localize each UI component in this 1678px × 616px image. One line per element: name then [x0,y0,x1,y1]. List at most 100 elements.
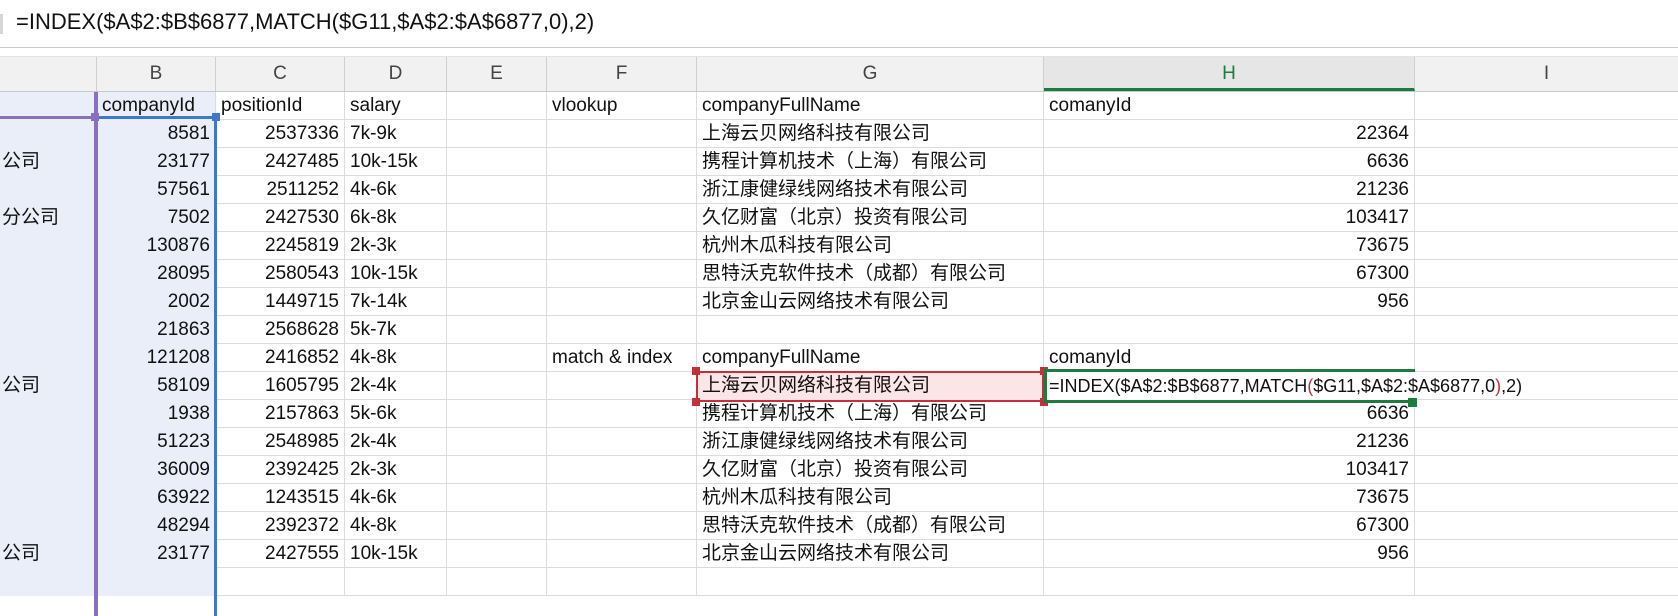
cell-f[interactable] [547,540,697,568]
cell-g[interactable]: 思特沃克软件技术（成都）有限公司 [697,260,1044,288]
cell-b[interactable]: 58109 [97,372,216,400]
cell-g[interactable]: 杭州木瓜科技有限公司 [697,484,1044,512]
cell-f[interactable] [547,120,697,148]
cell-f[interactable] [547,288,697,316]
cell-a[interactable] [0,316,97,344]
cell-f[interactable]: match & index [547,344,697,372]
cell-e[interactable] [447,428,547,456]
cell-i[interactable] [1415,344,1678,372]
cell-h[interactable]: 21236 [1044,176,1415,204]
cell-e[interactable] [447,148,547,176]
cell-h[interactable]: 67300 [1044,512,1415,540]
cell-b[interactable]: 63922 [97,484,216,512]
cell-c[interactable]: 2427555 [216,540,345,568]
cell-i[interactable] [1415,456,1678,484]
cell-b[interactable]: 7502 [97,204,216,232]
cell-f[interactable] [547,372,697,400]
cell-d[interactable]: 5k-6k [345,400,447,428]
column-header-e[interactable]: E [447,57,547,91]
cell-a[interactable] [0,400,97,428]
cell-f[interactable] [547,400,697,428]
cell-b[interactable]: 130876 [97,232,216,260]
cell-i[interactable] [1415,512,1678,540]
cell-g[interactable]: 上海云贝网络科技有限公司 [697,120,1044,148]
column-header-d[interactable]: D [345,57,447,91]
cell-g[interactable]: 久亿财富（北京）投资有限公司 [697,456,1044,484]
cell-h[interactable] [1044,316,1415,344]
cell-e[interactable] [447,484,547,512]
cell-e[interactable] [447,456,547,484]
cell-f[interactable] [547,484,697,512]
cell-h[interactable]: comanyId [1044,92,1415,120]
cell-e[interactable] [447,344,547,372]
cell-d[interactable]: 10k-15k [345,540,447,568]
editing-cell-h11-formula[interactable]: =INDEX($A$2:$B$6877,MATCH($G11,$A$2:$A$6… [1049,372,1522,400]
cell-i[interactable] [1415,484,1678,512]
cell-f[interactable] [547,456,697,484]
cell-h[interactable] [1044,568,1415,596]
cell-i[interactable] [1415,232,1678,260]
cell-e[interactable] [447,568,547,596]
cell-h[interactable]: 73675 [1044,484,1415,512]
cell-g[interactable]: 携程计算机技术（上海）有限公司 [697,148,1044,176]
cell-i[interactable] [1415,288,1678,316]
cell-a[interactable] [0,260,97,288]
cell-d[interactable]: 4k-8k [345,512,447,540]
cell-e[interactable] [447,260,547,288]
cell-a[interactable] [0,344,97,372]
cell-d[interactable]: 4k-6k [345,484,447,512]
cell-a[interactable] [0,568,97,596]
cell-g[interactable]: 携程计算机技术（上海）有限公司 [697,400,1044,428]
cell-h[interactable]: 6636 [1044,400,1415,428]
cell-e[interactable] [447,176,547,204]
cell-g[interactable]: 浙江康健绿线网络技术有限公司 [697,428,1044,456]
cell-h[interactable]: 67300 [1044,260,1415,288]
cell-f[interactable] [547,148,697,176]
cell-c[interactable]: 2548985 [216,428,345,456]
cell-i[interactable] [1415,568,1678,596]
cell-e[interactable] [447,232,547,260]
column-header-f[interactable]: F [547,57,697,91]
cell-b[interactable]: 36009 [97,456,216,484]
cell-g[interactable] [697,568,1044,596]
cell-h[interactable]: 956 [1044,540,1415,568]
cell-i[interactable] [1415,120,1678,148]
cell-c[interactable]: 2392425 [216,456,345,484]
cell-h[interactable]: 21236 [1044,428,1415,456]
cell-a[interactable] [0,288,97,316]
cell-d[interactable]: 7k-14k [345,288,447,316]
cell-d[interactable]: 2k-4k [345,372,447,400]
cell-b[interactable]: 2002 [97,288,216,316]
cell-a[interactable] [0,120,97,148]
cell-f[interactable] [547,232,697,260]
cell-c[interactable]: 2511252 [216,176,345,204]
cell-i[interactable] [1415,316,1678,344]
cell-h[interactable]: comanyId [1044,344,1415,372]
reference-handle-tl[interactable] [692,367,700,375]
cell-c[interactable]: 2537336 [216,120,345,148]
cell-c[interactable]: 2568628 [216,316,345,344]
cell-b[interactable]: 23177 [97,148,216,176]
cell-c[interactable]: 1605795 [216,372,345,400]
cell-c[interactable]: 2392372 [216,512,345,540]
cell-i[interactable] [1415,204,1678,232]
cell-e[interactable] [447,288,547,316]
reference-handle-bl[interactable] [692,398,700,406]
cell-i[interactable] [1415,540,1678,568]
cell-i[interactable] [1415,92,1678,120]
cell-b[interactable]: 8581 [97,120,216,148]
cell-f[interactable] [547,512,697,540]
cell-c[interactable]: 2427530 [216,204,345,232]
cell-g[interactable]: 杭州木瓜科技有限公司 [697,232,1044,260]
cell-c[interactable]: 1243515 [216,484,345,512]
cell-b[interactable]: 121208 [97,344,216,372]
cell-d[interactable]: 2k-4k [345,428,447,456]
column-header-a[interactable] [0,57,97,91]
cell-b[interactable] [97,568,216,596]
cell-e[interactable] [447,92,547,120]
cell-d[interactable]: 4k-6k [345,176,447,204]
cell-e[interactable] [447,512,547,540]
cell-i[interactable] [1415,260,1678,288]
cell-h[interactable]: 73675 [1044,232,1415,260]
cell-f[interactable] [547,568,697,596]
